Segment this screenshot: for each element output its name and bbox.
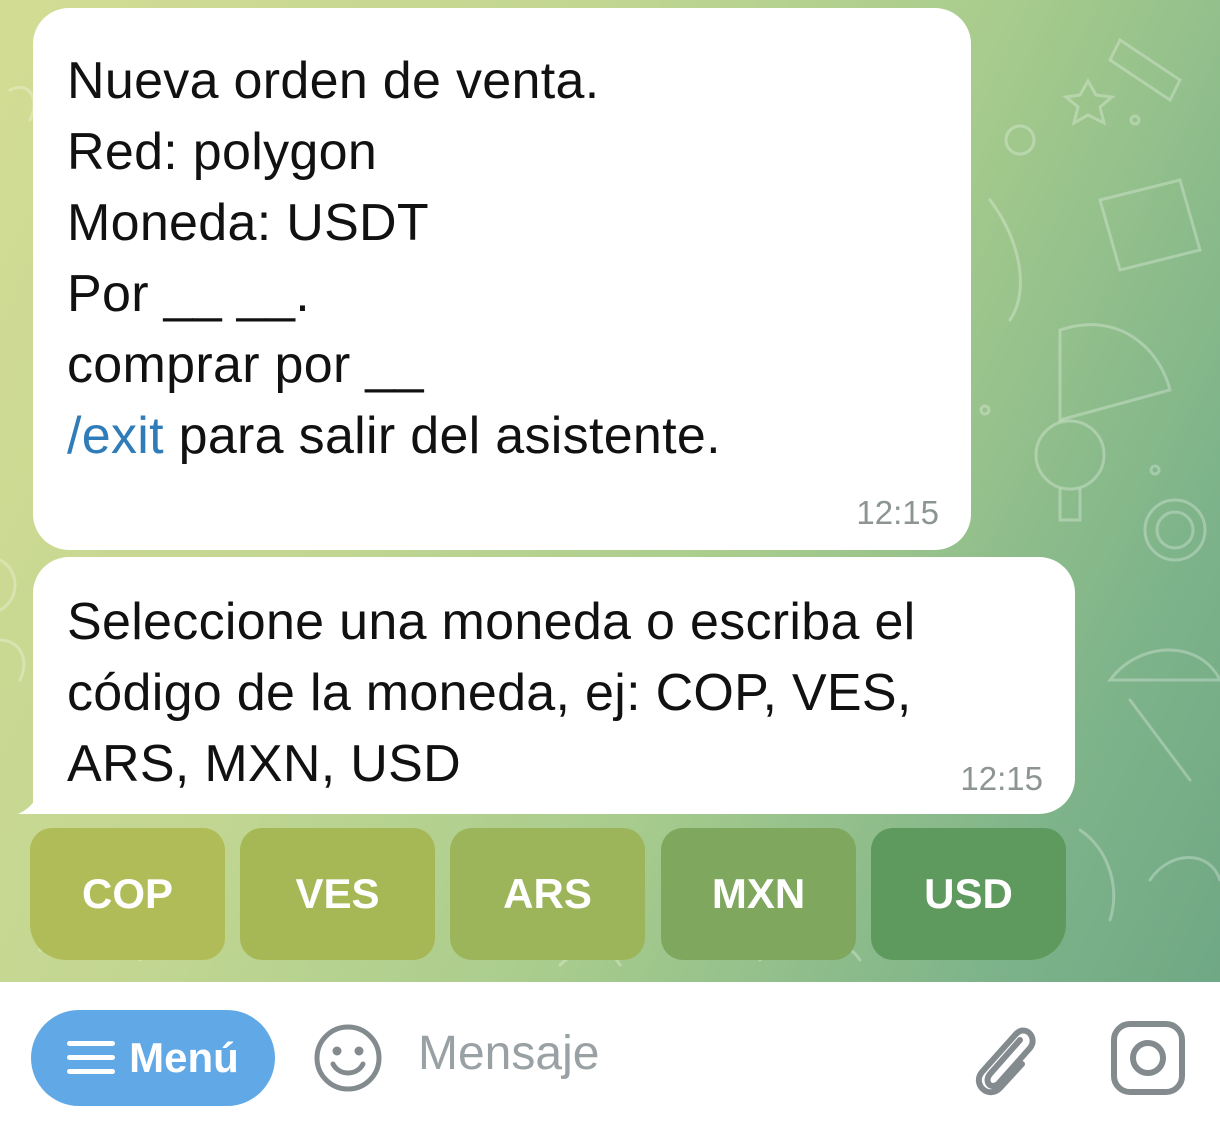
message-timestamp: 12:15 — [856, 494, 939, 531]
currency-button-ars[interactable]: ARS — [450, 828, 645, 960]
exit-command-link[interactable]: /exit — [67, 407, 164, 465]
chat-background: Nueva orden de venta. Red: polygon Moned… — [0, 0, 1220, 982]
currency-button-mxn[interactable]: MXN — [661, 828, 856, 960]
currency-button-ves[interactable]: VES — [240, 828, 435, 960]
message-line: código de la moneda, ej: COP, VES, — [67, 664, 912, 722]
currency-button-cop[interactable]: COP — [30, 828, 225, 960]
hamburger-icon — [67, 1041, 116, 1075]
message-line: Moneda: USDT — [67, 194, 429, 252]
message-line: Red: polygon — [67, 123, 378, 181]
menu-button[interactable]: Menú — [31, 1010, 275, 1106]
message-input[interactable]: Mensaje — [418, 1026, 599, 1081]
message-line: comprar por __ — [67, 336, 424, 394]
message-line: Por __ __. — [67, 265, 310, 323]
message-line: Seleccione una moneda o escriba el — [67, 593, 916, 651]
message-bubble-select-currency: Seleccione una moneda o escriba el códig… — [33, 557, 1075, 814]
exit-instruction: /exit para salir del asistente. — [67, 401, 937, 472]
camera-icon[interactable] — [1110, 1020, 1186, 1096]
message-line: ARS, MXN, USD — [67, 735, 461, 793]
currency-button-usd[interactable]: USD — [871, 828, 1066, 960]
message-bubble-order: Nueva orden de venta. Red: polygon Moned… — [33, 8, 971, 550]
paperclip-icon[interactable] — [968, 1018, 1040, 1096]
exit-instruction-text: para salir del asistente. — [163, 407, 721, 465]
message-input-bar: Menú Mensaje — [0, 982, 1220, 1127]
emoji-icon[interactable] — [312, 1022, 384, 1094]
message-timestamp: 12:15 — [960, 760, 1043, 797]
message-line: Nueva orden de venta. — [67, 52, 600, 110]
inline-keyboard: COP VES ARS MXN USD — [30, 828, 1067, 960]
menu-button-label: Menú — [129, 1034, 239, 1081]
